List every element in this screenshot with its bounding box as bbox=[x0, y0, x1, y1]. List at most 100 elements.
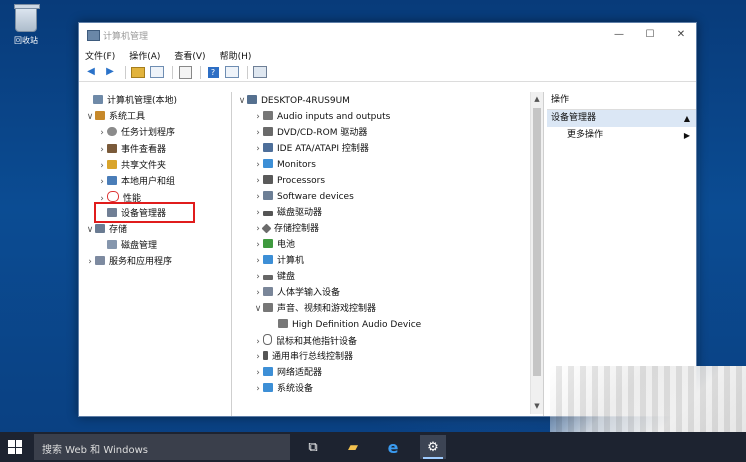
chevron-right-icon[interactable]: › bbox=[253, 206, 263, 221]
back-arrow-icon[interactable]: ◀ bbox=[83, 65, 99, 79]
device-category-ide[interactable]: › IDE ATA/ATAPI 控制器 bbox=[253, 142, 369, 157]
device-category-disk-drives[interactable]: › 磁盘驱动器 bbox=[253, 206, 322, 221]
active-app-indicator bbox=[423, 457, 443, 459]
title-bar[interactable]: 计算机管理 — ☐ ✕ bbox=[79, 23, 696, 47]
device-category-monitors[interactable]: › Monitors bbox=[253, 158, 316, 173]
toolbar-separator bbox=[172, 65, 173, 79]
tree-item-computer-management[interactable]: 计算机管理(本地) bbox=[83, 94, 177, 109]
storage-icon bbox=[95, 224, 105, 233]
task-view-icon[interactable]: ⧉ bbox=[300, 435, 326, 459]
up-folder-icon[interactable] bbox=[130, 65, 146, 79]
chevron-right-icon[interactable]: › bbox=[253, 142, 263, 157]
device-tree-pane: ∨ DESKTOP-4RUS9UM › Audio inputs and outpu… bbox=[235, 92, 544, 416]
console-view-icon[interactable] bbox=[224, 65, 240, 79]
windows-start-icon[interactable] bbox=[8, 440, 22, 454]
actions-device-manager-section[interactable]: 设备管理器 ▲ bbox=[547, 110, 696, 127]
keyboard-icon bbox=[263, 275, 273, 280]
device-hd-audio[interactable]: High Definition Audio Device bbox=[268, 318, 421, 333]
collapse-triangle-icon[interactable]: ▲ bbox=[684, 110, 690, 127]
chevron-down-icon[interactable]: ∨ bbox=[253, 302, 263, 317]
chevron-down-icon[interactable]: ∨ bbox=[237, 94, 247, 109]
chevron-right-icon[interactable]: › bbox=[97, 175, 107, 190]
scroll-thumb[interactable] bbox=[533, 108, 541, 376]
chevron-right-icon[interactable]: › bbox=[253, 190, 263, 205]
chevron-right-icon[interactable]: › bbox=[253, 350, 263, 365]
chevron-right-icon[interactable]: › bbox=[253, 126, 263, 141]
scroll-up-icon[interactable]: ▲ bbox=[531, 94, 543, 105]
chevron-right-icon[interactable]: › bbox=[253, 366, 263, 381]
device-category-audio-io[interactable]: › Audio inputs and outputs bbox=[253, 110, 390, 125]
chevron-right-icon[interactable]: › bbox=[253, 286, 263, 301]
recycle-bin[interactable]: 回收站 bbox=[6, 4, 46, 46]
toolbar-separator bbox=[247, 65, 248, 79]
recycle-bin-label: 回收站 bbox=[14, 36, 38, 45]
scan-hardware-icon[interactable] bbox=[252, 65, 268, 79]
device-category-hid[interactable]: › 人体学输入设备 bbox=[253, 286, 340, 301]
edge-browser-icon[interactable]: e bbox=[380, 435, 406, 459]
device-category-network[interactable]: › 网络适配器 bbox=[253, 366, 322, 381]
tree-item-event-viewer[interactable]: › 事件查看器 bbox=[97, 143, 166, 158]
device-category-usb[interactable]: › 通用串行总线控制器 bbox=[253, 350, 353, 365]
menu-bar: 文件(F) 操作(A) 查看(V) 帮助(H) bbox=[79, 47, 696, 63]
tree-item-disk-management[interactable]: 磁盘管理 bbox=[97, 239, 157, 254]
device-root-computer[interactable]: ∨ DESKTOP-4RUS9UM bbox=[237, 94, 350, 109]
menu-file[interactable]: 文件(F) bbox=[85, 49, 115, 62]
taskbar: 搜索 Web 和 Windows ⧉ ▰ e ⚙ bbox=[0, 432, 746, 462]
device-category-software[interactable]: › Software devices bbox=[253, 190, 354, 205]
chevron-right-icon[interactable]: › bbox=[253, 238, 263, 253]
chevron-right-icon[interactable]: › bbox=[253, 382, 263, 397]
show-tree-icon[interactable] bbox=[149, 65, 165, 79]
minimize-button[interactable]: — bbox=[604, 25, 634, 45]
chevron-right-icon[interactable]: › bbox=[253, 110, 263, 125]
recycle-bin-icon bbox=[14, 4, 40, 32]
computer-icon bbox=[247, 95, 257, 104]
chevron-right-icon[interactable]: › bbox=[97, 143, 107, 158]
chevron-right-icon[interactable]: › bbox=[97, 126, 107, 141]
menu-view[interactable]: 查看(V) bbox=[174, 49, 205, 62]
taskbar-search-box[interactable]: 搜索 Web 和 Windows bbox=[34, 434, 290, 460]
computer-management-taskbar-icon[interactable]: ⚙ bbox=[420, 435, 446, 459]
device-category-dvd[interactable]: › DVD/CD-ROM 驱动器 bbox=[253, 126, 367, 141]
device-category-processors[interactable]: › Processors bbox=[253, 174, 325, 189]
device-category-keyboard[interactable]: › 键盘 bbox=[253, 270, 295, 285]
device-category-computer[interactable]: › 计算机 bbox=[253, 254, 304, 269]
tree-item-shared-folders[interactable]: › 共享文件夹 bbox=[97, 159, 166, 174]
chevron-down-icon[interactable]: ∨ bbox=[85, 223, 95, 238]
close-button[interactable]: ✕ bbox=[666, 25, 696, 45]
menu-help[interactable]: 帮助(H) bbox=[220, 49, 252, 62]
tree-item-storage[interactable]: ∨ 存储 bbox=[85, 223, 127, 238]
chevron-right-icon[interactable]: › bbox=[253, 335, 263, 350]
tree-item-local-users-groups[interactable]: › 本地用户和组 bbox=[97, 175, 175, 190]
help-icon[interactable]: ? bbox=[205, 65, 221, 79]
tree-item-system-tools[interactable]: ∨ 系统工具 bbox=[85, 110, 145, 125]
chevron-right-icon[interactable]: › bbox=[97, 159, 107, 174]
properties-icon[interactable] bbox=[177, 65, 193, 79]
device-category-sound[interactable]: ∨ 声音、视频和游戏控制器 bbox=[253, 302, 376, 317]
chevron-right-icon[interactable]: › bbox=[253, 222, 263, 237]
more-actions-item[interactable]: 更多操作 ▶ bbox=[547, 127, 696, 144]
toolbar-separator bbox=[125, 65, 126, 79]
tree-item-task-scheduler[interactable]: › 任务计划程序 bbox=[97, 126, 175, 141]
tree-item-services-apps[interactable]: › 服务和应用程序 bbox=[85, 255, 172, 270]
menu-action[interactable]: 操作(A) bbox=[129, 49, 160, 62]
forward-arrow-icon[interactable]: ▶ bbox=[102, 65, 118, 79]
chevron-right-icon[interactable]: › bbox=[253, 254, 263, 269]
device-category-storage-controllers[interactable]: › 存储控制器 bbox=[253, 222, 319, 237]
computer-management-window: 计算机管理 — ☐ ✕ 文件(F) 操作(A) 查看(V) 帮助(H) ◀ ▶ … bbox=[78, 22, 697, 417]
chevron-right-icon[interactable]: › bbox=[253, 174, 263, 189]
chevron-right-icon[interactable]: › bbox=[253, 270, 263, 285]
device-category-battery[interactable]: › 电池 bbox=[253, 238, 295, 253]
audio-device-icon bbox=[278, 319, 288, 328]
device-category-mouse[interactable]: › 鼠标和其他指针设备 bbox=[253, 334, 357, 349]
device-category-system[interactable]: › 系统设备 bbox=[253, 382, 313, 397]
disk-management-icon bbox=[107, 240, 117, 249]
maximize-button[interactable]: ☐ bbox=[635, 25, 665, 45]
file-explorer-icon[interactable]: ▰ bbox=[340, 435, 366, 459]
navigation-pane: 计算机管理(本地) ∨ 系统工具 › 任务计划程序 › 事件查看器 › 共享文件夹 › 本… bbox=[79, 92, 232, 416]
chevron-down-icon[interactable]: ∨ bbox=[85, 110, 95, 125]
scroll-down-icon[interactable]: ▼ bbox=[531, 401, 543, 412]
search-placeholder: 搜索 Web 和 Windows bbox=[42, 445, 148, 456]
device-tree-scrollbar[interactable]: ▲ ▼ bbox=[530, 92, 543, 414]
chevron-right-icon[interactable]: › bbox=[85, 255, 95, 270]
chevron-right-icon[interactable]: › bbox=[253, 158, 263, 173]
